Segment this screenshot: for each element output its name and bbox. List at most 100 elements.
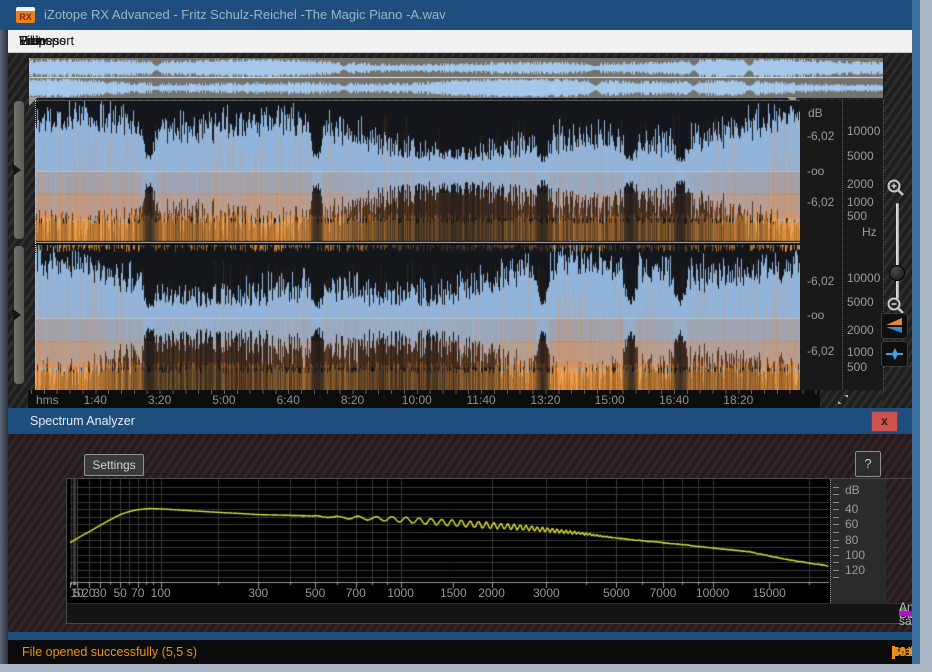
freq-tick-label: 50 <box>113 586 127 600</box>
freq-tick-label: 10000 <box>695 586 730 600</box>
slider-pointer-icon <box>13 309 21 321</box>
panel-bottom-edge <box>8 632 912 640</box>
menu-bar: File Edit View Process Transport Help <box>8 30 912 53</box>
db-tick-mark <box>833 540 839 541</box>
amp-scale-label: -6,02 <box>807 129 835 143</box>
freq-tick-label: 1500 <box>439 586 467 600</box>
db-tick-mark <box>833 570 839 571</box>
channel2-gain-slider[interactable] <box>13 245 25 385</box>
slider-pointer-icon <box>13 164 21 176</box>
amp-scale-label: -6,02 <box>807 195 835 209</box>
waveform-icon <box>886 348 903 360</box>
freq-scale-label: 2000 <box>847 323 874 337</box>
overview-selection-marker <box>29 58 30 96</box>
freq-tick-label: 5000 <box>603 586 630 600</box>
channel1-gain-slider[interactable] <box>13 100 25 240</box>
db-tick-mark <box>833 555 839 556</box>
amp-scale-label: -oo <box>807 164 825 178</box>
freq-scale-label: 10000 <box>847 271 881 285</box>
window-frame-bottom <box>0 664 920 672</box>
window-frame-right-inner <box>912 0 920 672</box>
freq-unit-label: Hz <box>862 225 877 239</box>
freq-scale-label: 1000 <box>847 195 874 209</box>
freq-scale-label: 5000 <box>847 295 874 309</box>
ruler-time-label: 16:40 <box>658 393 690 407</box>
workspace: dB -6,02 -oo -6,02 10000 5000 2000 1000 500 -6,02… <box>8 53 912 408</box>
ruler-time-label: 8:20 <box>340 393 365 407</box>
ruler-time-label: 13:20 <box>530 393 561 407</box>
ruler-time-label: 10:00 <box>401 393 432 407</box>
ruler-time-label: 18:20 <box>723 393 754 407</box>
status-bar: File opened successfully (5,5 s) Stereo 1… <box>8 640 932 664</box>
freq-tick-label: 15000 <box>752 586 786 600</box>
spectrum-plot <box>70 479 830 603</box>
time-ruler[interactable]: hms 1:40 3:20 5:00 6:40 8:20 10:00 11:40 13:20 15… <box>28 390 820 408</box>
legend: Anchor sampleSelectionPlayback <box>67 600 932 628</box>
freq-tick-label: 300 <box>248 586 269 600</box>
db-tick-mark <box>833 494 839 495</box>
freq-scale-label: 2000 <box>847 177 874 191</box>
db-tick-label: 100 <box>845 547 866 562</box>
ruler-time-label: 6:40 <box>276 393 300 407</box>
app-icon: RX <box>16 7 35 23</box>
freq-scale-label: 500 <box>847 209 868 223</box>
db-tick-mark <box>833 562 839 563</box>
spectrogram-display-button[interactable] <box>881 313 908 339</box>
zoom-in-icon[interactable] <box>886 178 906 198</box>
freq-tick-label: 3000 <box>533 586 560 600</box>
spectrogram-waveform-blend-icon <box>886 318 902 333</box>
selection-start-marker <box>35 100 36 390</box>
db-tick-label: 80 <box>845 532 859 547</box>
db-tick-mark <box>833 524 839 525</box>
db-scale-panel: dB 40 60 80 100 120 <box>830 479 886 603</box>
ruler-time-label: 15:00 <box>594 393 625 407</box>
window-frame-left <box>0 30 8 664</box>
panel-resize-icon[interactable] <box>836 394 850 405</box>
freq-tick-label: 500 <box>305 586 326 600</box>
ruler-time-label: 11:40 <box>466 393 496 407</box>
spectrum-analyzer-body: Settings ? dB406080100120 Anchor sampleS… <box>8 434 932 632</box>
freq-tick-label: 700 <box>345 586 366 600</box>
spectrum-plot-container: dB406080100120 Anchor sampleSelectionPla… <box>66 478 932 628</box>
settings-button[interactable]: Settings <box>84 454 144 476</box>
spectrogram-view[interactable] <box>35 100 800 391</box>
db-tick-label: 120 <box>845 562 866 577</box>
spectrum-analyzer-close-button[interactable]: x <box>871 411 898 432</box>
window-title: iZotope RX Advanced - Fritz Schulz-Reich… <box>44 7 446 22</box>
plot-corner-filler <box>886 479 915 603</box>
overview-waveform[interactable] <box>28 57 884 99</box>
db-tick-mark <box>833 532 839 533</box>
freq-scale-label: 10000 <box>847 124 881 138</box>
ruler-time-label: 3:20 <box>147 393 172 407</box>
help-button[interactable]: ? <box>855 451 881 477</box>
freq-tick-label: 1000 <box>387 586 414 600</box>
db-tick-mark <box>833 509 839 510</box>
freq-scale-label: 5000 <box>847 149 874 163</box>
amp-unit-label: dB <box>808 106 823 120</box>
spectrum-analyzer-title-bar[interactable]: Spectrum Analyzer <box>8 408 912 434</box>
status-message: File opened successfully (5,5 s) <box>22 645 198 659</box>
freq-tick-label: 7000 <box>649 586 677 600</box>
ruler-unit-label: hms <box>36 393 59 407</box>
db-tick-label: 40 <box>845 502 859 517</box>
db-tick-mark <box>833 517 839 518</box>
scale-panel: dB -6,02 -oo -6,02 10000 5000 2000 1000 500 -6,02… <box>800 100 884 390</box>
db-tick-mark <box>833 547 839 548</box>
spectrum-analyzer-panel: Spectrum Analyzer x Settings ? dB 40 60 80 1… <box>8 408 932 640</box>
freq-tick-label: 30 <box>93 586 107 600</box>
title-bar[interactable]: RX iZotope RX Advanced - Fritz Schulz-Re… <box>0 0 932 30</box>
freq-scale-label: 1000 <box>847 345 874 359</box>
menu-help[interactable]: Help <box>8 30 57 52</box>
waveform-display-button[interactable] <box>881 341 908 367</box>
db-tick-mark <box>833 487 839 488</box>
window-frame-right-outer <box>920 0 932 672</box>
db-unit-label: dB <box>845 483 860 497</box>
freq-tick-label: 2000 <box>478 586 505 600</box>
amp-scale-label: -oo <box>807 308 825 322</box>
app-window: RX iZotope RX Advanced - Fritz Schulz-Re… <box>0 0 932 672</box>
zoom-slider-track[interactable] <box>896 203 899 299</box>
ruler-time-label: 1:40 <box>83 393 107 407</box>
db-tick-mark <box>833 502 839 503</box>
ruler-time-label: 5:00 <box>212 393 236 407</box>
zoom-slider-knob[interactable] <box>889 265 905 281</box>
